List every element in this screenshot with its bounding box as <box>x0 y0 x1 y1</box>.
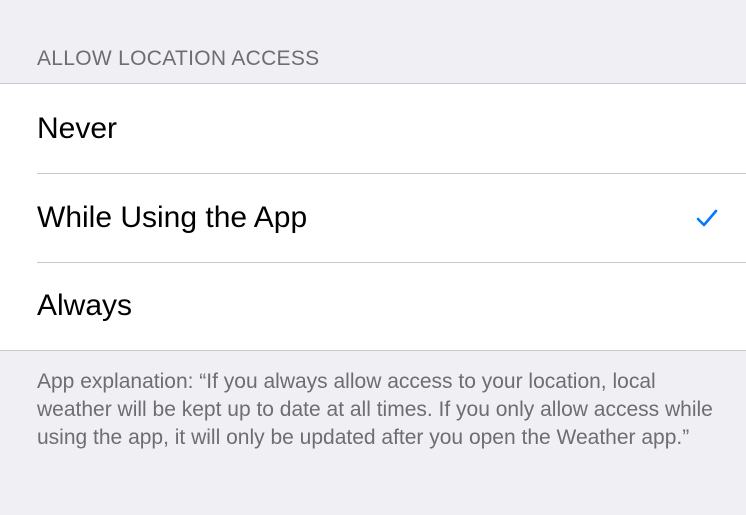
location-settings-screen: ALLOW LOCATION ACCESS Never While Using … <box>0 0 746 515</box>
option-never[interactable]: Never <box>0 84 746 173</box>
option-label: Never <box>37 111 118 145</box>
app-explanation-text: App explanation: “If you always allow ac… <box>37 370 713 449</box>
location-options-list: Never While Using the App Always <box>0 84 746 351</box>
option-label: Always <box>37 289 133 322</box>
section-header-allow-location-access: ALLOW LOCATION ACCESS <box>0 0 746 84</box>
checkmark-icon <box>696 209 718 226</box>
option-while-using-the-app[interactable]: While Using the App <box>0 173 746 262</box>
option-always[interactable]: Always <box>0 262 746 351</box>
option-label: While Using the App <box>37 200 308 234</box>
